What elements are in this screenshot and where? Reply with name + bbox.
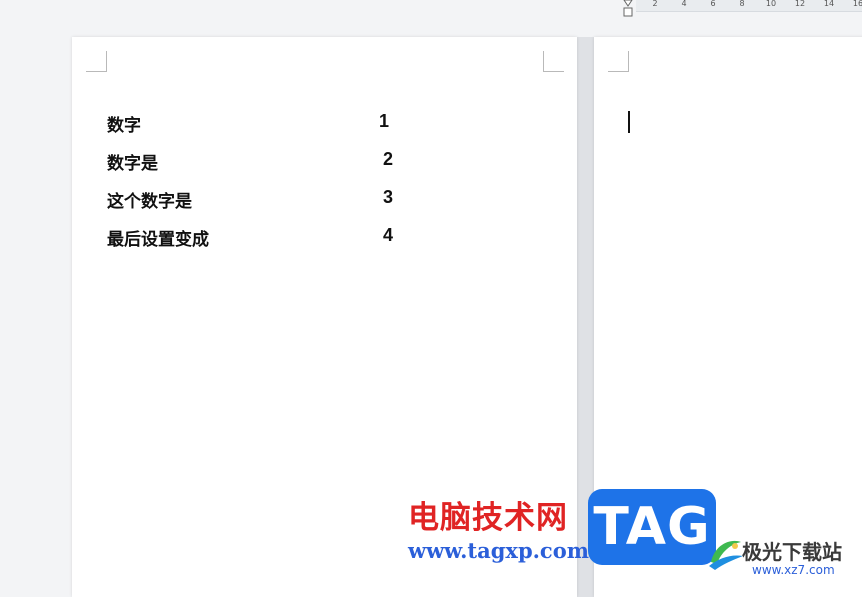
ruler-tick: 10: [765, 0, 777, 8]
aurora-logo-icon: [709, 540, 743, 570]
row-number: 4: [383, 225, 394, 245]
text-cursor: [628, 111, 630, 133]
text-row[interactable]: 最后设置变成 4: [107, 225, 467, 251]
text-row[interactable]: 数字是 2: [107, 149, 467, 175]
row-label: 数字是: [107, 154, 158, 174]
row-number: 2: [383, 149, 394, 169]
ruler-tick: 2: [652, 0, 658, 8]
indent-marker-icon[interactable]: [622, 0, 634, 18]
row-label: 数字: [107, 116, 141, 136]
watermark-site-name: 电脑技术网: [408, 500, 568, 536]
row-number: 1: [379, 111, 390, 131]
ruler-tick: 8: [739, 0, 745, 8]
margin-corner-mark: [543, 51, 564, 72]
text-row[interactable]: 这个数字是 3: [107, 187, 467, 213]
ruler-tick: 6: [710, 0, 716, 8]
row-label: 这个数字是: [107, 192, 192, 212]
ruler-tick: 4: [681, 0, 687, 8]
watermark-site-url: www.tagxp.com: [408, 538, 589, 563]
horizontal-ruler[interactable]: 2 4 6 8 10 12 14 16: [636, 0, 862, 12]
watermark-partner-name: 极光下载站: [742, 540, 842, 564]
ruler-tick: 12: [794, 0, 806, 8]
watermark-partner-url: www.xz7.com: [752, 563, 835, 577]
ruler-tick: 16: [852, 0, 862, 8]
row-number: 3: [383, 187, 394, 207]
row-label: 最后设置变成: [107, 230, 209, 250]
text-row[interactable]: 数字 1: [107, 111, 467, 137]
watermark-tag-badge: TAG: [588, 489, 716, 565]
ruler-tick: 14: [823, 0, 835, 8]
margin-corner-mark: [608, 51, 629, 72]
margin-corner-mark: [86, 51, 107, 72]
